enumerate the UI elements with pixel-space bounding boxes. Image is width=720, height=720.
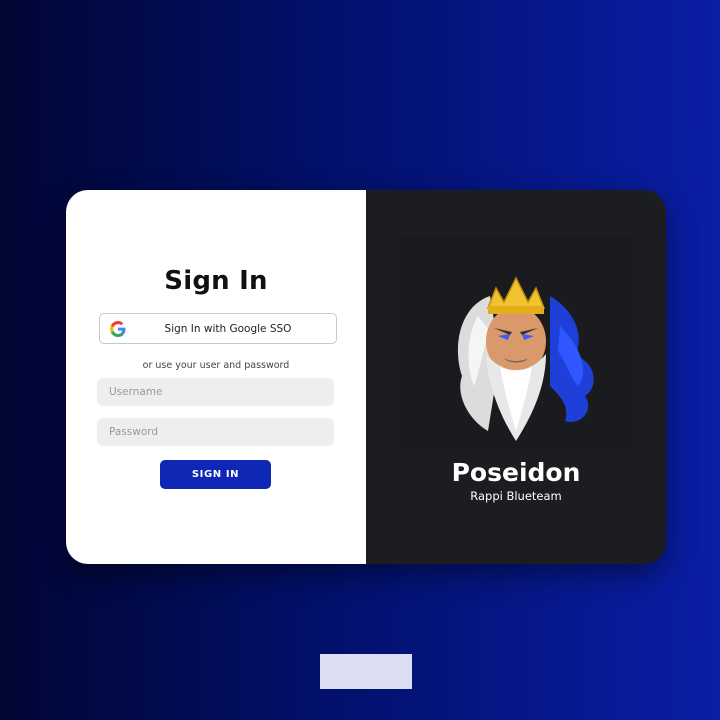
signin-title: Sign In <box>164 266 268 296</box>
password-input[interactable] <box>97 418 334 446</box>
brand-subtitle: Rappi Blueteam <box>470 489 562 503</box>
username-input[interactable] <box>97 378 334 406</box>
poseidon-logo-icon <box>400 236 632 448</box>
google-sso-button[interactable]: Sign In with Google SSO <box>99 313 337 344</box>
or-separator-text: or use your user and password <box>142 360 290 371</box>
brand-name: Poseidon <box>451 458 581 487</box>
bottom-placeholder-box <box>320 654 412 689</box>
signin-panel: Sign In Sign In with Google SSO or use y… <box>66 190 366 564</box>
sign-in-button[interactable]: SIGN IN <box>160 460 271 489</box>
google-icon <box>110 321 126 337</box>
login-card: Sign In Sign In with Google SSO or use y… <box>66 190 666 564</box>
google-sso-label: Sign In with Google SSO <box>164 322 292 335</box>
brand-panel: Poseidon Rappi Blueteam <box>366 190 666 564</box>
